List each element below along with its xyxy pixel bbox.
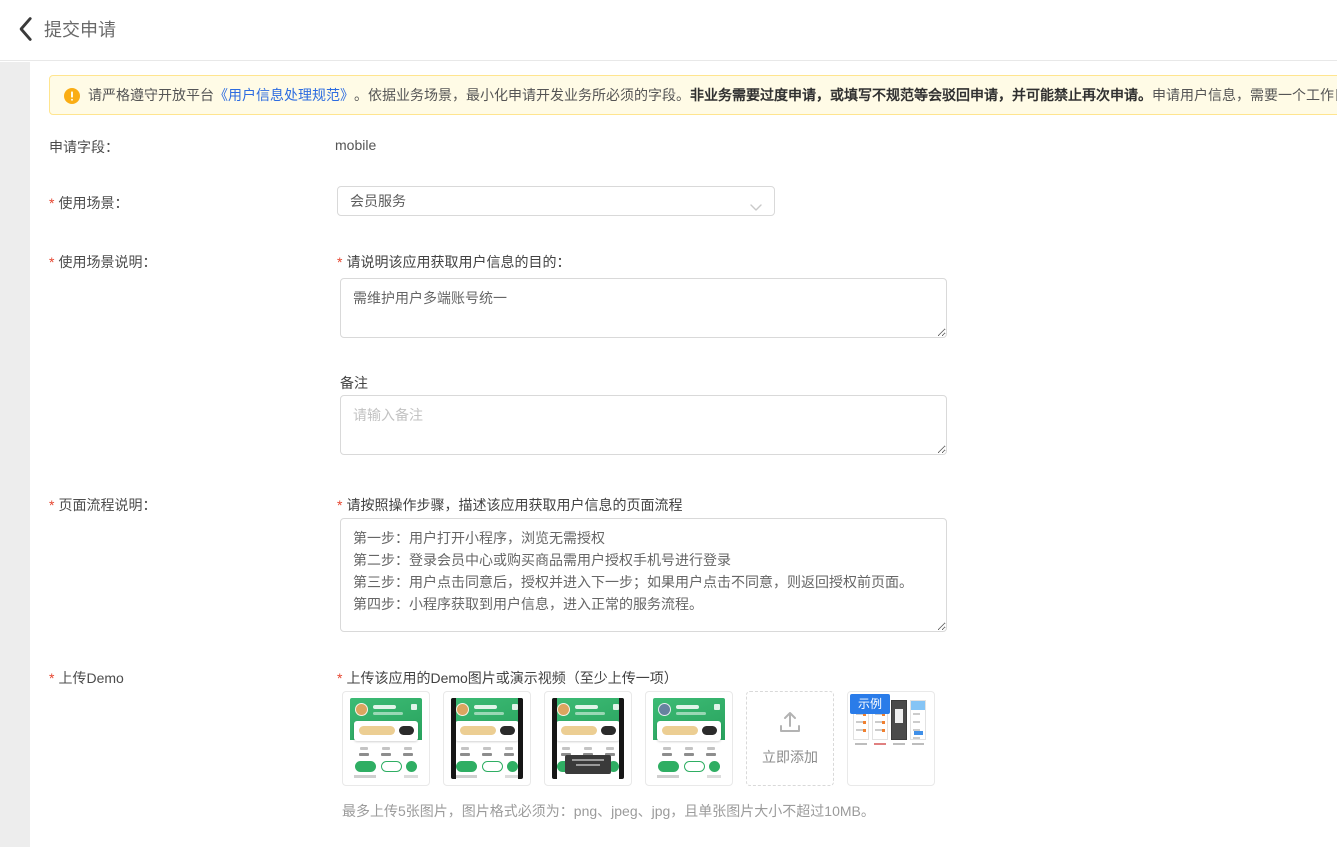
- remark-label: 备注: [340, 373, 368, 393]
- demo-image-thumbnail-3[interactable]: [544, 691, 632, 786]
- demo-screenshot-preview: [653, 698, 725, 779]
- usage-scene-select[interactable]: 会员服务: [337, 186, 775, 216]
- upload-demo-sublabel: *上传该应用的Demo图片或演示视频（至少上传一项）: [337, 668, 678, 688]
- usage-desc-sublabel: *请说明该应用获取用户信息的目的：: [337, 252, 570, 272]
- required-asterisk: *: [49, 497, 54, 513]
- add-upload-button[interactable]: 立即添加: [746, 691, 834, 786]
- example-badge: 示例: [850, 694, 890, 714]
- page-flow-textarea[interactable]: 第一步：用户打开小程序，浏览无需授权 第二步：登录会员中心或购买商品需用户授权手…: [340, 518, 947, 632]
- usage-desc-textarea[interactable]: 需维护用户多端账号统一: [340, 278, 947, 338]
- alert-text-lead: 请严格遵守开放平台: [88, 85, 214, 105]
- usage-scene-label: *使用场景：: [49, 193, 128, 213]
- page-flow-sublabel: *请按照操作步骤，描述该应用获取用户信息的页面流程: [337, 495, 682, 515]
- required-asterisk: *: [49, 254, 54, 270]
- example-thumbnail[interactable]: 示例: [847, 691, 935, 786]
- usage-scene-selected-value: 会员服务: [350, 191, 406, 211]
- policy-link[interactable]: 《用户信息处理规范》: [214, 85, 354, 105]
- warning-circle-icon: [64, 88, 80, 104]
- demo-image-thumbnail-2[interactable]: [443, 691, 531, 786]
- chevron-down-icon: [750, 199, 762, 215]
- page-flow-label: *页面流程说明：: [49, 495, 156, 515]
- required-asterisk: *: [337, 497, 342, 513]
- demo-image-thumbnail-4[interactable]: [645, 691, 733, 786]
- demo-screenshot-preview: [451, 698, 523, 779]
- alert-text-tail: 申请用户信息，需要一个工作日左右的审核时间，请耐心等待。: [1152, 85, 1337, 105]
- required-asterisk: *: [337, 254, 342, 270]
- required-asterisk: *: [337, 670, 342, 686]
- alert-text-mid: 。依据业务场景，最小化申请开发业务所必须的字段。: [354, 85, 690, 105]
- upload-icon: [777, 710, 803, 739]
- usage-desc-label: *使用场景说明：: [49, 252, 156, 272]
- back-button[interactable]: [8, 15, 42, 47]
- demo-screenshot-preview: [552, 698, 624, 779]
- chevron-left-icon: [17, 16, 33, 47]
- demo-screenshot-preview: [350, 698, 422, 779]
- page-title: 提交申请: [44, 0, 116, 61]
- upload-thumbnail-list: 立即添加 示例: [342, 691, 935, 786]
- demo-image-thumbnail-1[interactable]: [342, 691, 430, 786]
- remark-textarea[interactable]: [340, 395, 947, 455]
- upload-note: 最多上传5张图片，图片格式必须为：png、jpeg、jpg，且单张图片大小不超过…: [342, 801, 875, 821]
- upload-demo-label: *上传Demo: [49, 668, 124, 688]
- required-asterisk: *: [49, 195, 54, 211]
- page-header: 提交申请: [0, 0, 1337, 61]
- add-upload-label: 立即添加: [762, 747, 818, 767]
- policy-alert-banner: 请严格遵守开放平台《用户信息处理规范》。依据业务场景，最小化申请开发业务所必须的…: [49, 75, 1337, 115]
- submit-application-page: 提交申请 请严格遵守开放平台《用户信息处理规范》。依据业务场景，最小化申请开发业…: [0, 0, 1337, 847]
- apply-field-value: mobile: [335, 137, 376, 153]
- apply-field-label: 申请字段：: [49, 137, 119, 157]
- required-asterisk: *: [49, 670, 54, 686]
- alert-text-bold: 非业务需要过度申请，或填写不规范等会驳回申请，并可能禁止再次申请。: [690, 85, 1152, 105]
- form-panel: 请严格遵守开放平台《用户信息处理规范》。依据业务场景，最小化申请开发业务所必须的…: [30, 62, 1337, 847]
